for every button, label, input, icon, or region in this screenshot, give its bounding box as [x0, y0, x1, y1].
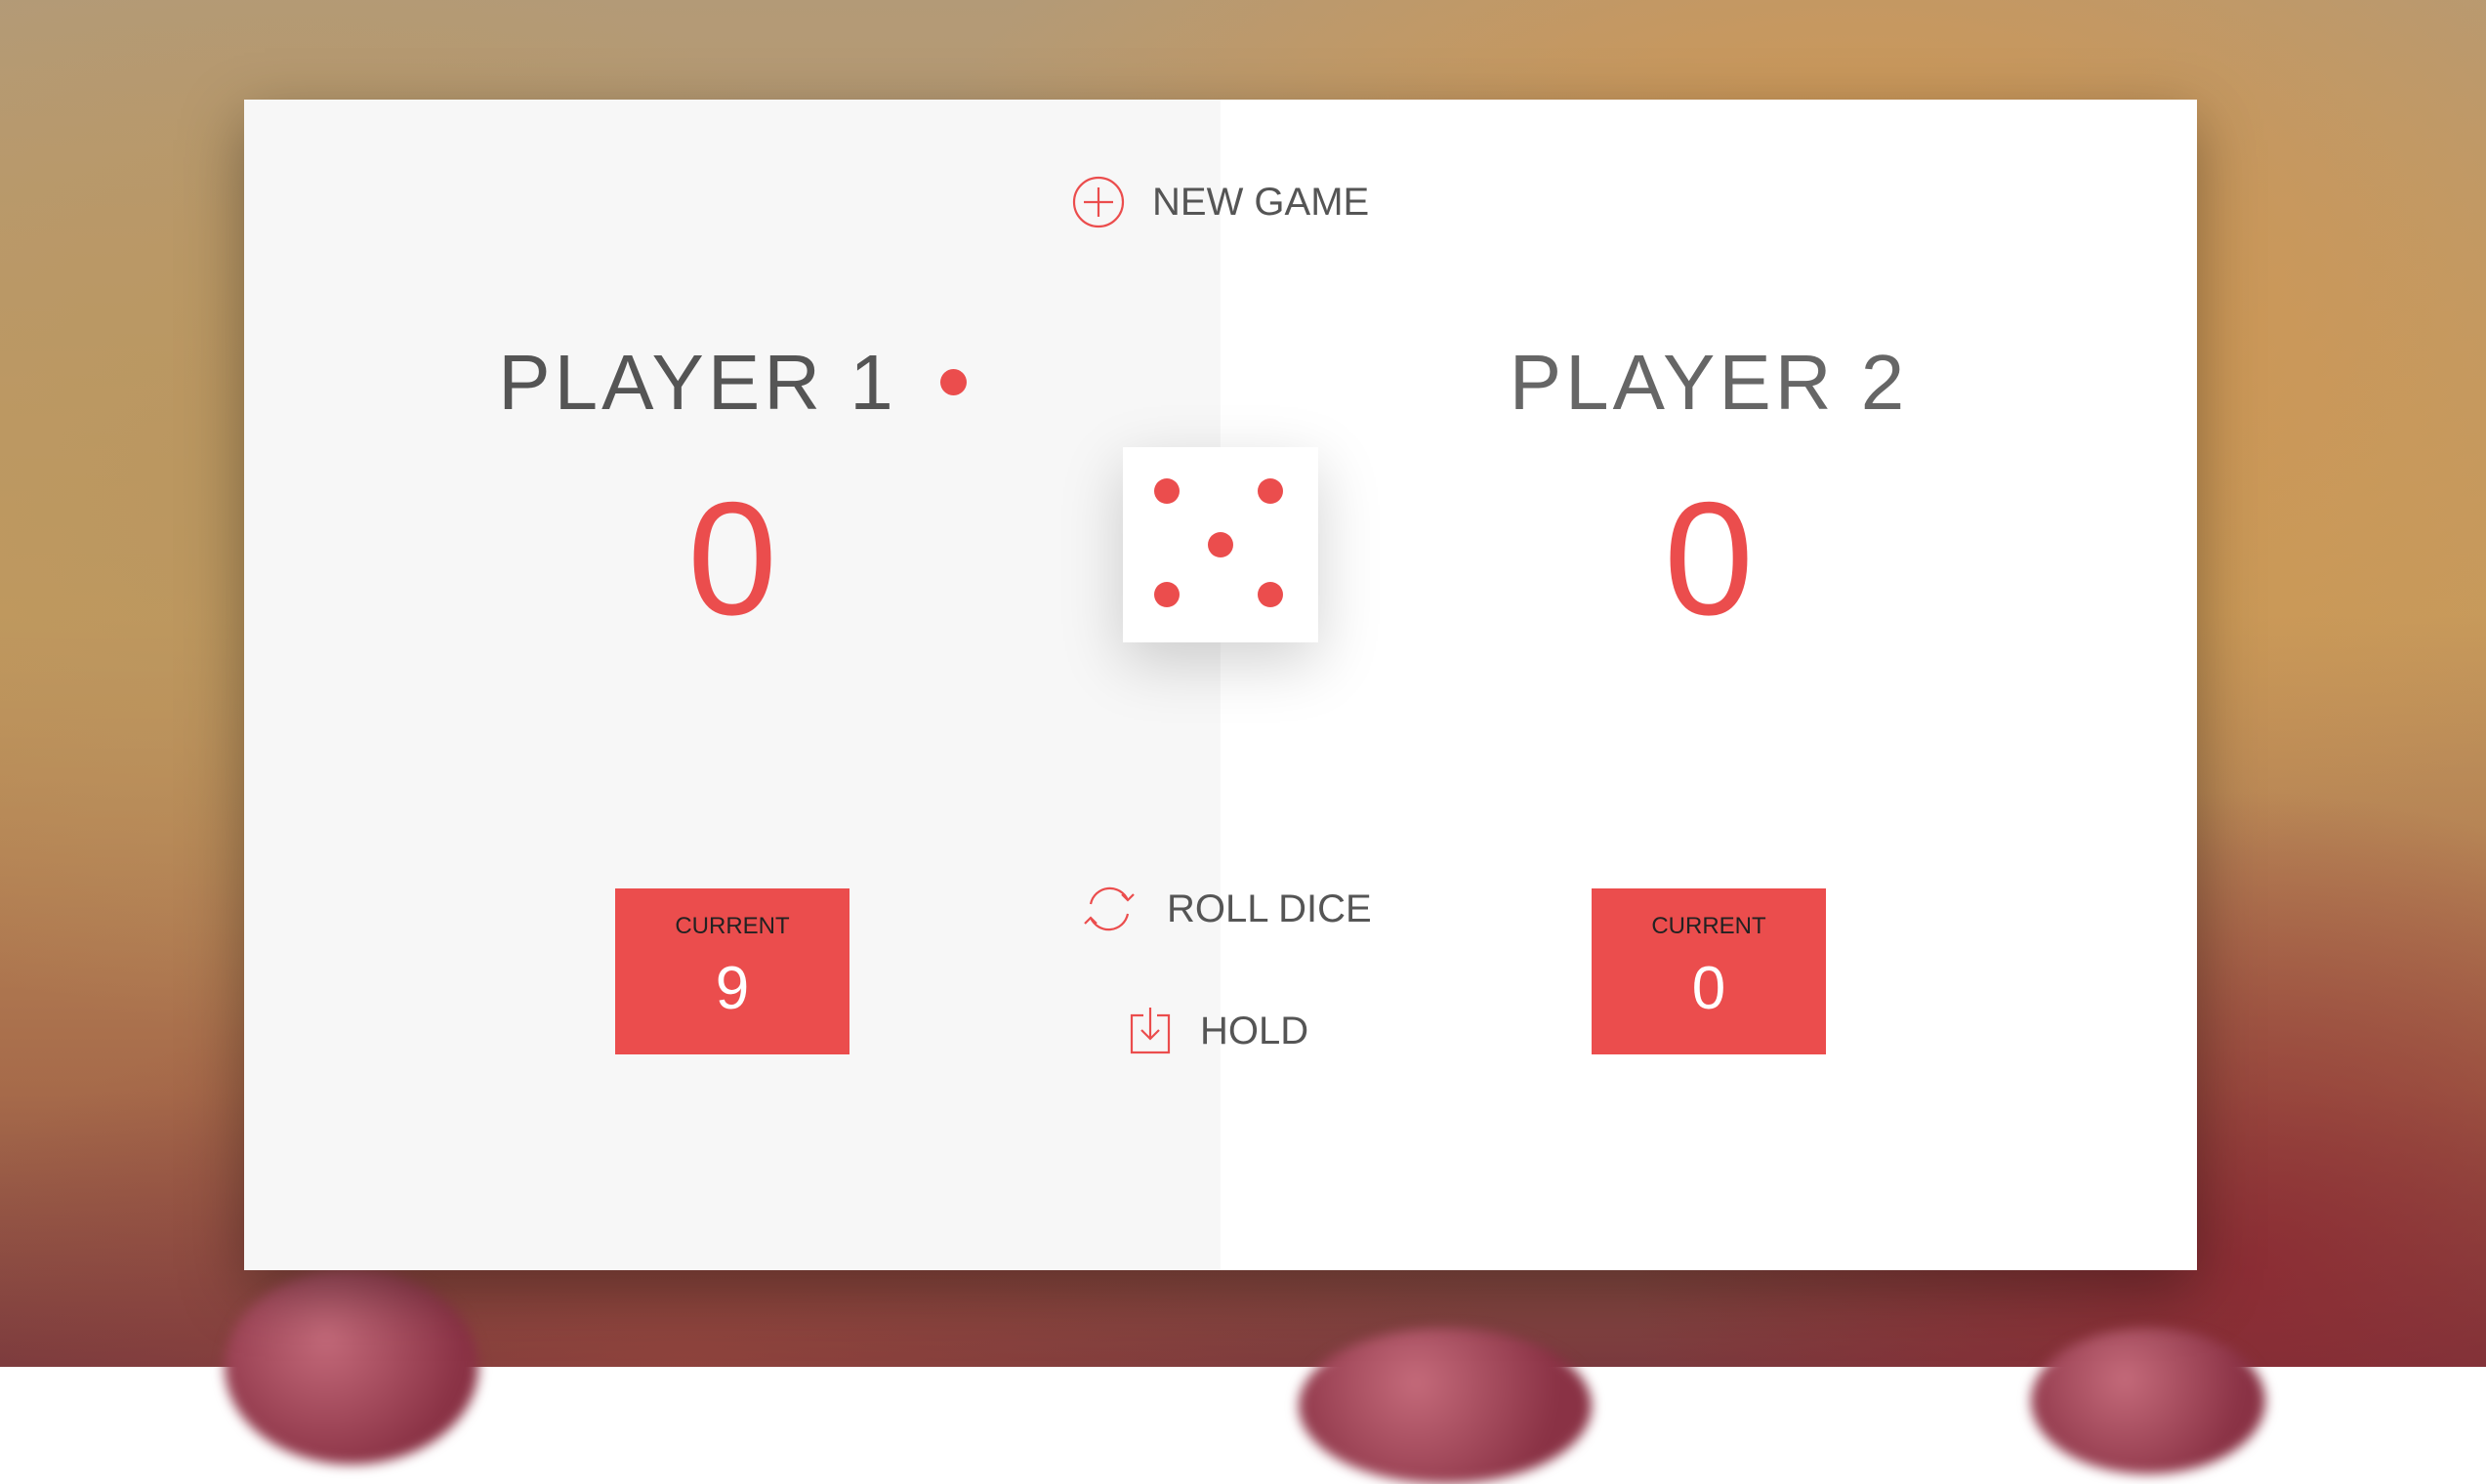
player-2-panel: PLAYER 2 0 CURRENT 0	[1221, 100, 2197, 1270]
player-1-panel: PLAYER 1 0 CURRENT 9	[244, 100, 1221, 1270]
player-2-current-box: CURRENT 0	[1592, 888, 1826, 1054]
new-game-button[interactable]: NEW GAME	[1072, 176, 1369, 228]
player-1-current-score: 9	[715, 955, 750, 1022]
player-1-current-box: CURRENT 9	[615, 888, 849, 1054]
player-1-name: PLAYER 1	[244, 334, 1221, 432]
player-2-score: 0	[1664, 469, 1754, 648]
dice	[1123, 447, 1318, 642]
refresh-icon	[1079, 881, 1139, 937]
game-board: PLAYER 1 0 CURRENT 9 PLAYER 2 0 CURRENT …	[244, 100, 2197, 1270]
dice-pip	[1154, 582, 1180, 607]
roll-dice-label: ROLL DICE	[1167, 886, 1372, 930]
background-berry	[225, 1269, 478, 1464]
hold-button[interactable]: HOLD	[1128, 1006, 1308, 1056]
player-2-current-score: 0	[1691, 955, 1726, 1022]
hold-label: HOLD	[1200, 1009, 1309, 1052]
dice-pip	[1154, 478, 1180, 504]
player-1-score: 0	[687, 469, 777, 648]
background-berry	[1299, 1328, 1592, 1484]
player-2-current-label: CURRENT	[1651, 913, 1766, 939]
player-2-name: PLAYER 2	[1509, 339, 1909, 426]
new-game-label: NEW GAME	[1152, 180, 1370, 224]
roll-dice-button[interactable]: ROLL DICE	[1079, 881, 1372, 937]
active-player-dot-icon	[939, 369, 967, 396]
plus-circle-icon	[1072, 176, 1125, 228]
player-1-current-label: CURRENT	[675, 913, 790, 939]
dice-pip	[1208, 532, 1233, 557]
dice-pip	[1258, 582, 1283, 607]
background-berry	[2031, 1328, 2265, 1474]
download-icon	[1128, 1006, 1173, 1056]
player-1-name-text: PLAYER 1	[498, 339, 897, 426]
dice-pip	[1258, 478, 1283, 504]
